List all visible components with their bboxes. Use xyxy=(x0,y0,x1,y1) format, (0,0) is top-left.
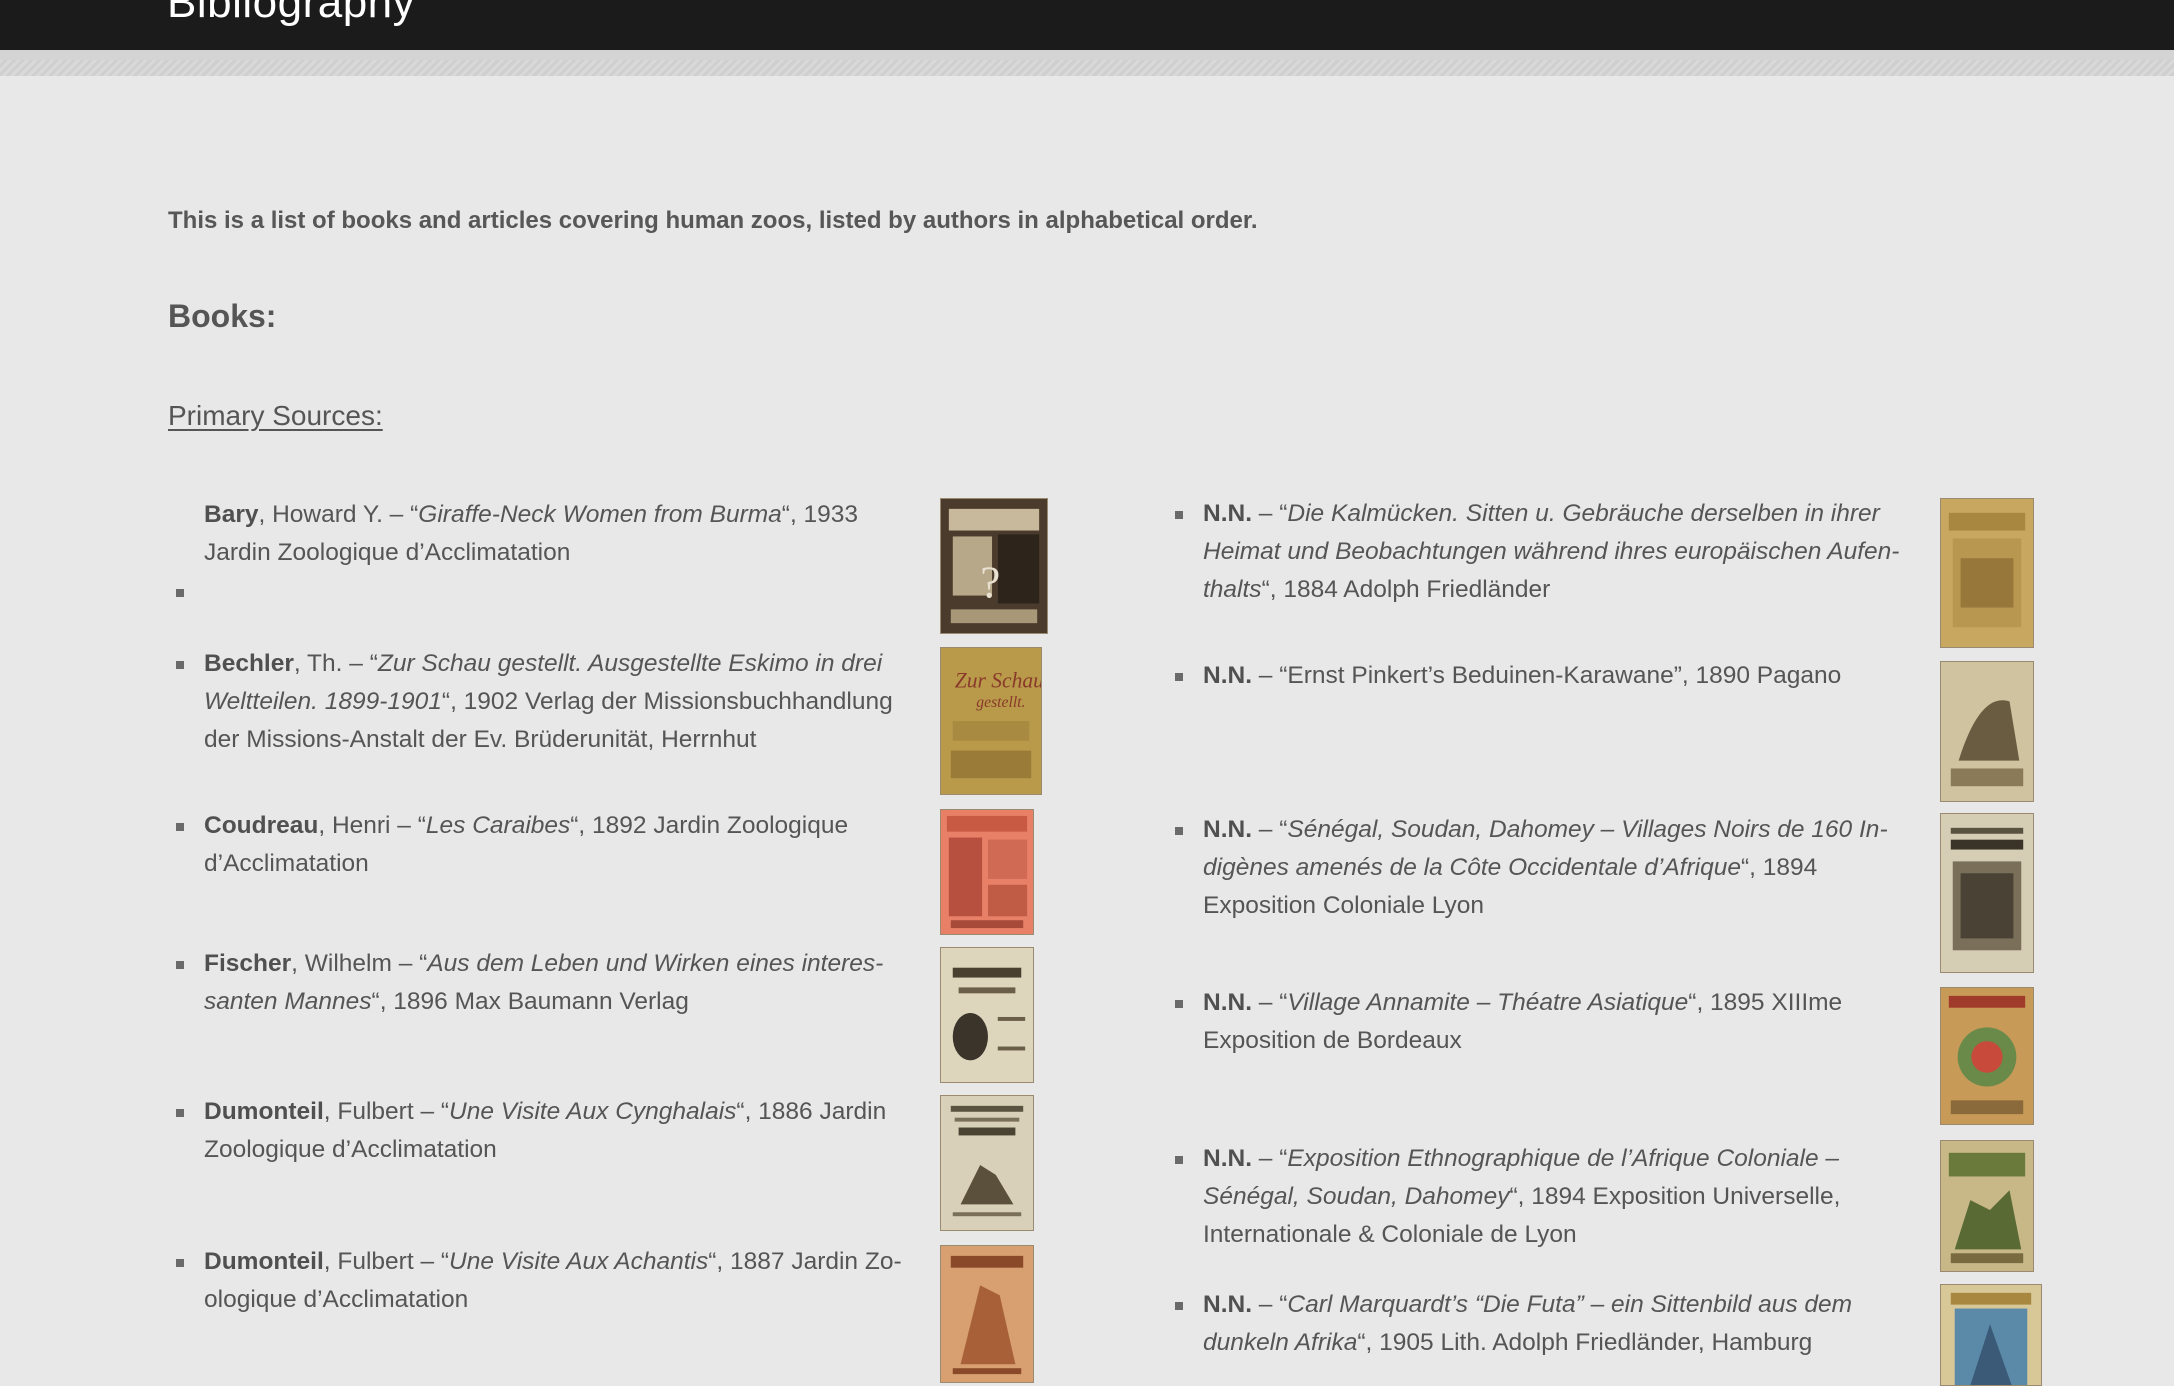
book-cover-image[interactable]: Zur Schau gestellt. xyxy=(940,647,1042,795)
list-bullet xyxy=(176,823,184,831)
svg-text:Zur Schau: Zur Schau xyxy=(955,668,1041,692)
entry-author: N.N. xyxy=(1203,1291,1252,1318)
book-cover-image[interactable] xyxy=(1940,987,2034,1125)
list-item-dumonteil-achantis: Dumonteil, Fulbert – “Une Visite Aux Ach… xyxy=(204,1248,902,1313)
entry-author: N.N. xyxy=(1203,1145,1252,1172)
list-bullet xyxy=(176,1109,184,1117)
list-item-kalmuecken: N.N. – “Die Kalmücken. Sitten u. Gebräuc… xyxy=(1203,500,1900,603)
book-cover-image[interactable] xyxy=(940,947,1034,1083)
entry-author: Bechler xyxy=(204,650,294,677)
list-bullet xyxy=(1175,1000,1183,1008)
list-item-bechler: Bechler, Th. – “Zur Schau gestellt. Ausg… xyxy=(204,650,893,753)
entry-title: Les Caraibes xyxy=(425,812,571,839)
svg-text:gestellt.: gestellt. xyxy=(976,694,1025,711)
list-item-bary: Bary, Howard Y. – “Giraffe-Neck Women fr… xyxy=(204,501,859,566)
entry-author: Dumonteil xyxy=(204,1248,324,1275)
list-bullet xyxy=(1175,511,1183,519)
book-cover-image[interactable] xyxy=(1940,661,2034,802)
entry-title: Une Visite Aux Achantis xyxy=(449,1248,709,1275)
primary-sources-heading: Primary Sources: xyxy=(168,400,383,431)
book-cover-image[interactable]: ? xyxy=(940,498,1048,634)
entry-author: N.N. xyxy=(1203,500,1252,527)
list-item-die-futa: N.N. – “Carl Marquardt’s “Die Futa” – ei… xyxy=(1203,1291,1853,1356)
entry-author: N.N. xyxy=(1203,989,1252,1016)
entry-author: Coudreau xyxy=(204,812,319,839)
entry-author: N.N. xyxy=(1203,816,1252,843)
books-heading: Books: xyxy=(168,298,277,334)
book-cover-image[interactable] xyxy=(940,1245,1034,1383)
site-header: Bibliography xyxy=(0,0,2174,60)
intro-text: This is a list of books and articles cov… xyxy=(168,207,1258,234)
list-item-fischer: Fischer, Wilhelm – “Aus dem Leben und Wi… xyxy=(204,950,884,1015)
header-stripe-divider xyxy=(0,60,2174,76)
list-item-village-annamite: N.N. – “Village Annamite – Théatre Asiat… xyxy=(1203,989,1843,1054)
book-cover-image[interactable] xyxy=(1940,498,2034,648)
entry-title: Village Annamite – Théatre Asiatique xyxy=(1287,989,1689,1016)
book-cover-image[interactable] xyxy=(1940,1140,2034,1272)
list-item-beduinen-karawane: N.N. – “Ernst Pinkert’s Beduinen-Karawan… xyxy=(1203,662,1842,689)
book-cover-image[interactable] xyxy=(1940,813,2034,973)
book-cover-image[interactable] xyxy=(940,1095,1034,1231)
list-item-villages-noirs: N.N. – “Sénégal, Soudan, Dahomey – Villa… xyxy=(1203,816,1888,919)
list-bullet xyxy=(176,1259,184,1267)
entry-author: N.N. xyxy=(1203,662,1252,689)
entry-author: Bary xyxy=(204,501,259,528)
list-bullet xyxy=(176,589,184,597)
list-item-dumonteil-cynghalais: Dumonteil, Fulbert – “Une Visite Aux Cyn… xyxy=(204,1098,887,1163)
entry-title: Giraffe-Neck Women from Burma xyxy=(418,501,782,528)
list-item-exposition-ethnographique: N.N. – “Exposition Ethnographique de l’A… xyxy=(1203,1145,1841,1248)
list-bullet xyxy=(176,961,184,969)
entry-title: Une Visite Aux Cynghalais xyxy=(449,1098,737,1125)
list-bullet xyxy=(176,661,184,669)
book-cover-image[interactable] xyxy=(940,809,1034,935)
entry-author: Fischer xyxy=(204,950,292,977)
list-item-coudreau: Coudreau, Henri – “Les Caraibes“, 1892 J… xyxy=(204,812,849,877)
list-bullet xyxy=(1175,827,1183,835)
entry-author: Dumonteil xyxy=(204,1098,324,1125)
svg-text:?: ? xyxy=(980,557,1000,607)
book-cover-image[interactable] xyxy=(1940,1284,2042,1386)
site-title[interactable]: Bibliography xyxy=(167,0,415,28)
list-bullet xyxy=(1175,1156,1183,1164)
list-bullet xyxy=(1175,673,1183,681)
list-bullet xyxy=(1175,1302,1183,1310)
